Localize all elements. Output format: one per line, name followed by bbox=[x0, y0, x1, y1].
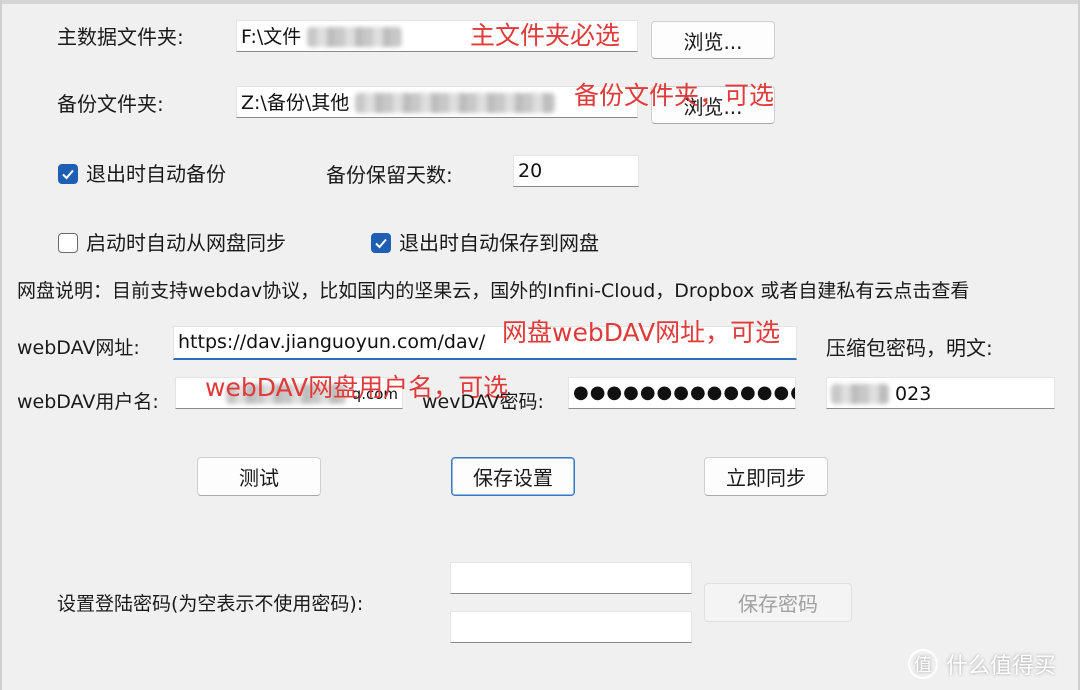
login-password-input[interactable] bbox=[450, 562, 692, 594]
sync-on-start-label: 启动时自动从网盘同步 bbox=[86, 231, 286, 255]
save-on-exit-checkbox-row[interactable]: 退出时自动保存到网盘 bbox=[371, 229, 599, 257]
webdav-user-label: webDAV用户名: bbox=[17, 391, 159, 413]
site-watermark: 值 什么值得买 bbox=[908, 648, 1056, 680]
webdav-url-annotation: 网盘webDAV网址，可选 bbox=[502, 318, 781, 347]
cloud-storage-note: 网盘说明：目前支持webdav协议，比如国内的坚果云，国外的Infini-Clo… bbox=[17, 280, 970, 302]
sync-on-start-checkbox-row[interactable]: 启动时自动从网盘同步 bbox=[58, 229, 286, 257]
auto-backup-checkbox-row[interactable]: 退出时自动备份 bbox=[58, 160, 226, 188]
login-password-confirm-input[interactable] bbox=[450, 611, 692, 643]
login-password-label: 设置登陆密码(为空表示不使用密码): bbox=[57, 593, 364, 615]
main-folder-browse-button[interactable]: 浏览... bbox=[651, 21, 775, 59]
backup-folder-value: Z:\备份\其他 bbox=[241, 91, 350, 114]
redacted-path bbox=[307, 26, 403, 47]
zip-password-label: 压缩包密码，明文: bbox=[826, 336, 993, 360]
sync-on-start-checkbox[interactable] bbox=[58, 233, 78, 253]
zip-password-value: 023 bbox=[895, 382, 932, 405]
redacted-path bbox=[355, 92, 556, 113]
webdav-password-input[interactable]: ●●●●●●●●●●●●●●●● bbox=[568, 377, 796, 409]
watermark-text: 什么值得买 bbox=[946, 654, 1057, 679]
backup-folder-label: 备份文件夹: bbox=[57, 92, 164, 116]
main-folder-label: 主数据文件夹: bbox=[57, 25, 184, 49]
redacted-zip-password bbox=[831, 383, 889, 404]
watermark-logo-icon: 值 bbox=[908, 649, 938, 679]
auto-backup-label: 退出时自动备份 bbox=[86, 162, 226, 186]
webdav-password-label: wevDAV密码: bbox=[422, 391, 544, 413]
check-icon bbox=[62, 169, 74, 180]
save-settings-button[interactable]: 保存设置 bbox=[451, 457, 575, 496]
test-button[interactable]: 测试 bbox=[197, 457, 321, 496]
sync-now-button[interactable]: 立即同步 bbox=[704, 457, 828, 496]
main-folder-annotation: 主文件夹必选 bbox=[470, 21, 621, 50]
backup-folder-annotation: 备份文件夹，可选 bbox=[574, 81, 775, 110]
retain-days-input[interactable]: 20 bbox=[513, 155, 639, 187]
save-on-exit-checkbox[interactable] bbox=[371, 233, 391, 253]
main-folder-value: F:\文件 bbox=[241, 25, 302, 48]
auto-backup-checkbox[interactable] bbox=[58, 164, 78, 184]
check-icon bbox=[375, 238, 387, 249]
save-on-exit-label: 退出时自动保存到网盘 bbox=[399, 231, 599, 255]
zip-password-input[interactable]: 023 bbox=[826, 377, 1055, 409]
window-left-edge bbox=[0, 0, 2, 690]
window-top-edge bbox=[0, 0, 1080, 4]
retain-days-label: 备份保留天数: bbox=[326, 163, 453, 187]
webdav-url-label: webDAV网址: bbox=[17, 337, 140, 359]
save-password-button[interactable]: 保存密码 bbox=[704, 583, 852, 622]
